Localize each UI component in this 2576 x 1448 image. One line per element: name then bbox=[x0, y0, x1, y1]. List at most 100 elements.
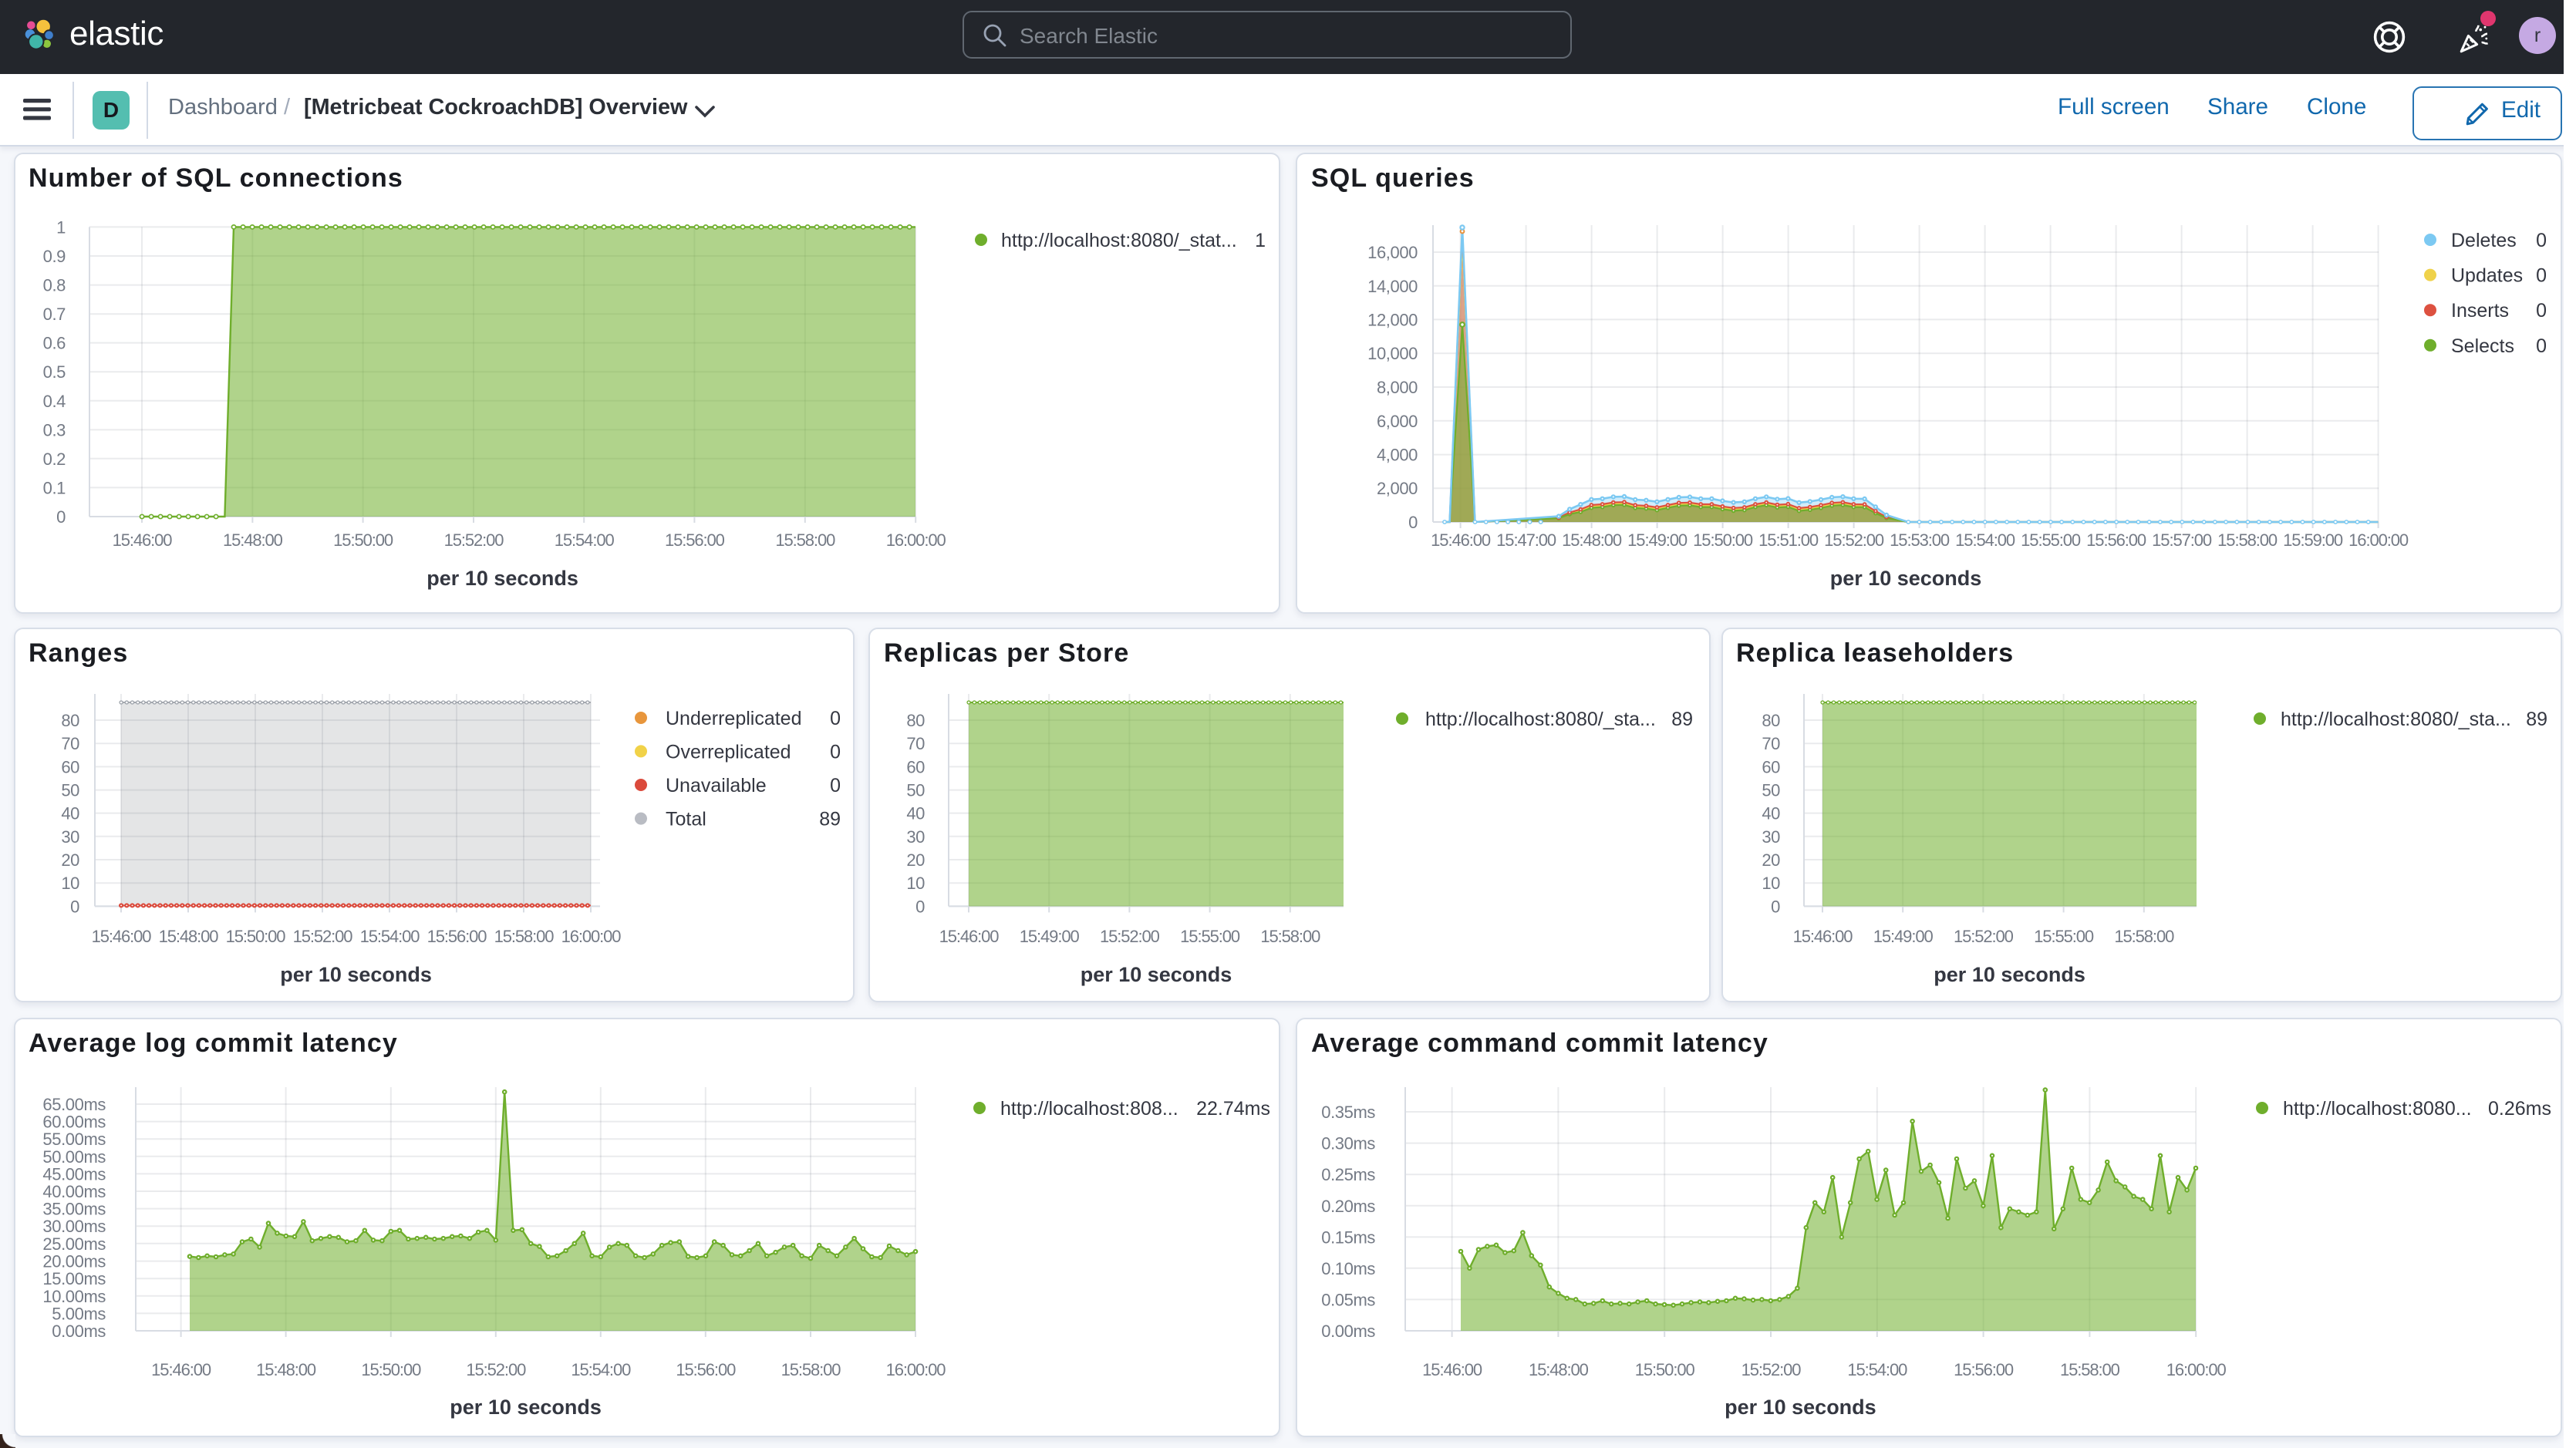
svg-text:16:00:00: 16:00:00 bbox=[2348, 530, 2409, 550]
svg-text:16:00:00: 16:00:00 bbox=[885, 1359, 946, 1379]
svg-text:70: 70 bbox=[60, 733, 79, 753]
svg-text:15:46:00: 15:46:00 bbox=[150, 1359, 211, 1379]
svg-text:25.00ms: 25.00ms bbox=[42, 1234, 105, 1253]
svg-text:http://localhost:8080/_sta...: http://localhost:8080/_sta... bbox=[1425, 708, 1656, 729]
svg-text:40.00ms: 40.00ms bbox=[42, 1181, 105, 1200]
svg-text:35.00ms: 35.00ms bbox=[42, 1199, 105, 1218]
svg-text:20.00ms: 20.00ms bbox=[42, 1251, 105, 1271]
svg-text:10,000: 10,000 bbox=[1367, 344, 1418, 363]
svg-text:15:51:00: 15:51:00 bbox=[1758, 530, 1819, 550]
svg-text:15:59:00: 15:59:00 bbox=[2283, 530, 2343, 550]
svg-text:60: 60 bbox=[60, 756, 79, 776]
svg-text:60.00ms: 60.00ms bbox=[42, 1112, 105, 1131]
svg-text:0.25ms: 0.25ms bbox=[1321, 1164, 1375, 1184]
svg-text:0.2: 0.2 bbox=[42, 450, 66, 469]
svg-text:0.10ms: 0.10ms bbox=[1321, 1258, 1375, 1278]
svg-text:14,000: 14,000 bbox=[1367, 277, 1418, 296]
svg-text:15:48:00: 15:48:00 bbox=[1562, 530, 1622, 550]
svg-text:0: 0 bbox=[56, 507, 65, 527]
svg-text:0.1: 0.1 bbox=[42, 478, 66, 497]
svg-text:15:54:00: 15:54:00 bbox=[359, 926, 420, 945]
svg-text:15:46:00: 15:46:00 bbox=[91, 926, 151, 945]
svg-text:15:52:00: 15:52:00 bbox=[1824, 530, 1884, 550]
svg-text:5.00ms: 5.00ms bbox=[51, 1303, 105, 1322]
svg-text:0.6: 0.6 bbox=[42, 334, 66, 353]
svg-text:15:46:00: 15:46:00 bbox=[939, 926, 1000, 945]
svg-text:22.74ms: 22.74ms bbox=[1195, 1097, 1269, 1119]
svg-text:15:56:00: 15:56:00 bbox=[675, 1359, 735, 1379]
svg-text:15:49:00: 15:49:00 bbox=[1627, 530, 1688, 550]
svg-text:15:58:00: 15:58:00 bbox=[2113, 926, 2173, 945]
svg-text:15:58:00: 15:58:00 bbox=[774, 530, 835, 550]
svg-text:8,000: 8,000 bbox=[1377, 378, 1418, 397]
svg-text:15:54:00: 15:54:00 bbox=[570, 1359, 630, 1379]
svg-text:20: 20 bbox=[1761, 850, 1779, 869]
svg-text:15:46:00: 15:46:00 bbox=[1422, 1359, 1482, 1379]
svg-text:50.00ms: 50.00ms bbox=[42, 1147, 105, 1166]
svg-text:0: 0 bbox=[2536, 300, 2547, 322]
svg-text:0: 0 bbox=[1770, 896, 1779, 915]
svg-text:15:52:00: 15:52:00 bbox=[443, 530, 504, 550]
svg-text:1: 1 bbox=[1254, 230, 1265, 251]
svg-text:30: 30 bbox=[1761, 827, 1779, 846]
svg-text:16:00:00: 16:00:00 bbox=[2166, 1359, 2227, 1379]
svg-text:20: 20 bbox=[60, 850, 79, 869]
svg-text:70: 70 bbox=[906, 733, 925, 753]
svg-text:0: 0 bbox=[915, 896, 925, 915]
svg-text:Inserts: Inserts bbox=[2451, 300, 2509, 322]
svg-text:30: 30 bbox=[60, 827, 79, 846]
svg-text:16:00:00: 16:00:00 bbox=[885, 530, 946, 550]
svg-text:http://localhost:8080/_stat...: http://localhost:8080/_stat... bbox=[1000, 230, 1236, 251]
svg-text:0: 0 bbox=[1408, 513, 1418, 532]
svg-text:15:49:00: 15:49:00 bbox=[1020, 926, 1080, 945]
svg-text:15:46:00: 15:46:00 bbox=[1431, 530, 1491, 550]
svg-text:2,000: 2,000 bbox=[1377, 479, 1418, 498]
svg-text:15:54:00: 15:54:00 bbox=[554, 530, 614, 550]
svg-text:http://localhost:8080...: http://localhost:8080... bbox=[2283, 1097, 2472, 1119]
svg-text:60: 60 bbox=[1761, 756, 1779, 776]
svg-text:15:56:00: 15:56:00 bbox=[664, 530, 724, 550]
svg-text:0.5: 0.5 bbox=[42, 362, 66, 382]
svg-text:per 10 seconds: per 10 seconds bbox=[279, 962, 431, 985]
svg-text:15:49:00: 15:49:00 bbox=[1873, 926, 1933, 945]
svg-text:0.05ms: 0.05ms bbox=[1321, 1289, 1375, 1308]
svg-text:15:55:00: 15:55:00 bbox=[1180, 926, 1240, 945]
svg-text:0.7: 0.7 bbox=[42, 305, 66, 324]
svg-text:40: 40 bbox=[1761, 803, 1779, 823]
svg-text:12,000: 12,000 bbox=[1367, 310, 1418, 329]
svg-text:0.26ms: 0.26ms bbox=[2488, 1097, 2551, 1119]
svg-text:4,000: 4,000 bbox=[1377, 446, 1418, 465]
svg-text:15:58:00: 15:58:00 bbox=[1260, 926, 1320, 945]
svg-text:10: 10 bbox=[906, 873, 925, 892]
svg-text:per 10 seconds: per 10 seconds bbox=[1830, 567, 1982, 590]
svg-text:15:54:00: 15:54:00 bbox=[1955, 530, 2015, 550]
svg-text:per 10 seconds: per 10 seconds bbox=[449, 1395, 601, 1418]
svg-text:per 10 seconds: per 10 seconds bbox=[426, 567, 578, 590]
svg-text:10: 10 bbox=[60, 873, 79, 892]
svg-text:15:50:00: 15:50:00 bbox=[332, 530, 393, 550]
svg-text:80: 80 bbox=[1761, 710, 1779, 729]
svg-text:15:52:00: 15:52:00 bbox=[465, 1359, 525, 1379]
svg-text:65.00ms: 65.00ms bbox=[42, 1094, 105, 1113]
svg-text:Underreplicated: Underreplicated bbox=[665, 707, 801, 729]
svg-text:50: 50 bbox=[1761, 780, 1779, 800]
svg-text:15:56:00: 15:56:00 bbox=[427, 926, 487, 945]
svg-text:45.00ms: 45.00ms bbox=[42, 1163, 105, 1183]
svg-text:15:50:00: 15:50:00 bbox=[225, 926, 285, 945]
svg-text:0.00ms: 0.00ms bbox=[51, 1321, 105, 1340]
svg-text:15:52:00: 15:52:00 bbox=[1953, 926, 2013, 945]
svg-text:http://localhost:808...: http://localhost:808... bbox=[1000, 1097, 1178, 1119]
svg-text:15.00ms: 15.00ms bbox=[42, 1268, 105, 1288]
svg-text:6,000: 6,000 bbox=[1377, 412, 1418, 431]
svg-text:15:56:00: 15:56:00 bbox=[1954, 1359, 2014, 1379]
svg-text:89: 89 bbox=[1671, 708, 1693, 729]
svg-text:Unavailable: Unavailable bbox=[665, 774, 766, 796]
svg-text:http://localhost:8080/_sta...: http://localhost:8080/_sta... bbox=[2280, 708, 2510, 729]
svg-text:0.8: 0.8 bbox=[42, 276, 66, 295]
svg-text:15:52:00: 15:52:00 bbox=[1741, 1359, 1802, 1379]
svg-text:Selects: Selects bbox=[2451, 335, 2514, 357]
svg-text:60: 60 bbox=[906, 756, 925, 776]
svg-text:15:50:00: 15:50:00 bbox=[360, 1359, 420, 1379]
svg-text:30: 30 bbox=[906, 827, 925, 846]
svg-text:per 10 seconds: per 10 seconds bbox=[1081, 962, 1232, 985]
